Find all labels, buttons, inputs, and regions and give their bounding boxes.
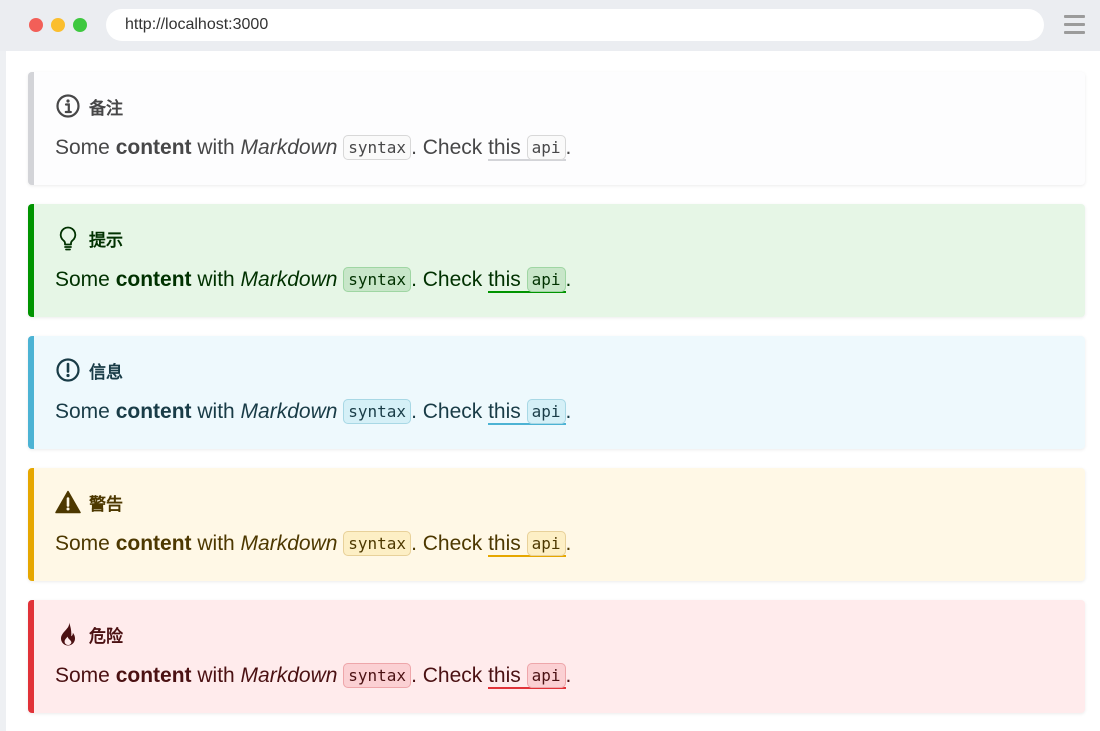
callout-body: Some content with Markdown syntax. Check…: [55, 133, 1085, 163]
callout-danger: 危险 Some content with Markdown syntax. Ch…: [28, 600, 1085, 713]
link-inline-code[interactable]: api: [526, 531, 566, 556]
minimize-window-dot[interactable]: [51, 18, 65, 32]
bold-text: content: [115, 268, 192, 291]
text: with: [191, 400, 241, 423]
bold-text: content: [115, 400, 192, 423]
italic-text: Markdown: [240, 268, 338, 291]
flame-icon: [55, 621, 81, 647]
text: Some: [55, 400, 116, 423]
text: with: [191, 136, 241, 159]
link-inline-code[interactable]: api: [526, 399, 566, 424]
lightbulb-icon: [55, 225, 81, 251]
inline-code: syntax: [343, 663, 412, 688]
bold-text: content: [115, 532, 192, 555]
link-text[interactable]: this: [488, 400, 521, 423]
browser-toolbar: http://localhost:3000: [0, 0, 1100, 51]
this-api-link[interactable]: this api: [488, 135, 566, 161]
text: .: [565, 136, 572, 159]
this-api-link[interactable]: this api: [488, 399, 566, 425]
callout-title: 提示: [89, 230, 123, 251]
address-bar[interactable]: http://localhost:3000: [106, 9, 1044, 41]
text: . Check: [411, 532, 489, 555]
text: Some: [55, 268, 116, 291]
callout-body: Some content with Markdown syntax. Check…: [55, 265, 1085, 295]
info-circle-icon: [55, 93, 81, 119]
callout-heading: 信息: [55, 357, 1085, 383]
this-api-link[interactable]: this api: [488, 531, 566, 557]
this-api-link[interactable]: this api: [488, 267, 566, 293]
hamburger-menu-icon[interactable]: [1064, 15, 1085, 35]
link-inline-code[interactable]: api: [526, 135, 566, 160]
text: .: [565, 664, 572, 687]
callout-body: Some content with Markdown syntax. Check…: [55, 529, 1085, 559]
callout-note: 备注 Some content with Markdown syntax. Ch…: [28, 72, 1085, 185]
inline-code: syntax: [343, 531, 412, 556]
link-text[interactable]: this: [488, 136, 521, 159]
callout-body: Some content with Markdown syntax. Check…: [55, 661, 1085, 691]
callout-title: 备注: [89, 98, 123, 119]
link-inline-code[interactable]: api: [526, 663, 566, 688]
inline-code: syntax: [343, 399, 412, 424]
link-text[interactable]: this: [488, 532, 521, 555]
italic-text: Markdown: [240, 532, 338, 555]
link-inline-code[interactable]: api: [526, 267, 566, 292]
callout-title: 警告: [89, 494, 123, 515]
callout-tip: 提示 Some content with Markdown syntax. Ch…: [28, 204, 1085, 317]
bold-text: content: [115, 136, 192, 159]
maximize-window-dot[interactable]: [73, 18, 87, 32]
text: . Check: [411, 664, 489, 687]
callout-heading: 提示: [55, 225, 1085, 251]
italic-text: Markdown: [240, 400, 338, 423]
link-text[interactable]: this: [488, 664, 521, 687]
text: Some: [55, 664, 116, 687]
text: Some: [55, 532, 116, 555]
this-api-link[interactable]: this api: [488, 663, 566, 689]
callout-title: 信息: [89, 362, 123, 383]
callout-info: 信息 Some content with Markdown syntax. Ch…: [28, 336, 1085, 449]
text: . Check: [411, 268, 489, 291]
text: with: [191, 664, 241, 687]
text: . Check: [411, 136, 489, 159]
callout-heading: 警告: [55, 489, 1085, 515]
text: .: [565, 532, 572, 555]
italic-text: Markdown: [240, 664, 338, 687]
text: .: [565, 400, 572, 423]
inline-code: syntax: [343, 267, 412, 292]
link-text[interactable]: this: [488, 268, 521, 291]
callout-warning: 警告 Some content with Markdown syntax. Ch…: [28, 468, 1085, 581]
callout-body: Some content with Markdown syntax. Check…: [55, 397, 1085, 427]
text: with: [191, 532, 241, 555]
callout-heading: 备注: [55, 93, 1085, 119]
close-window-dot[interactable]: [29, 18, 43, 32]
inline-code: syntax: [343, 135, 412, 160]
exclamation-circle-icon: [55, 357, 81, 383]
callout-title: 危险: [89, 626, 123, 647]
text: Some: [55, 136, 116, 159]
bold-text: content: [115, 664, 192, 687]
italic-text: Markdown: [240, 136, 338, 159]
text: with: [191, 268, 241, 291]
warning-triangle-icon: [55, 489, 81, 515]
callout-heading: 危险: [55, 621, 1085, 647]
text: .: [565, 268, 572, 291]
text: . Check: [411, 400, 489, 423]
